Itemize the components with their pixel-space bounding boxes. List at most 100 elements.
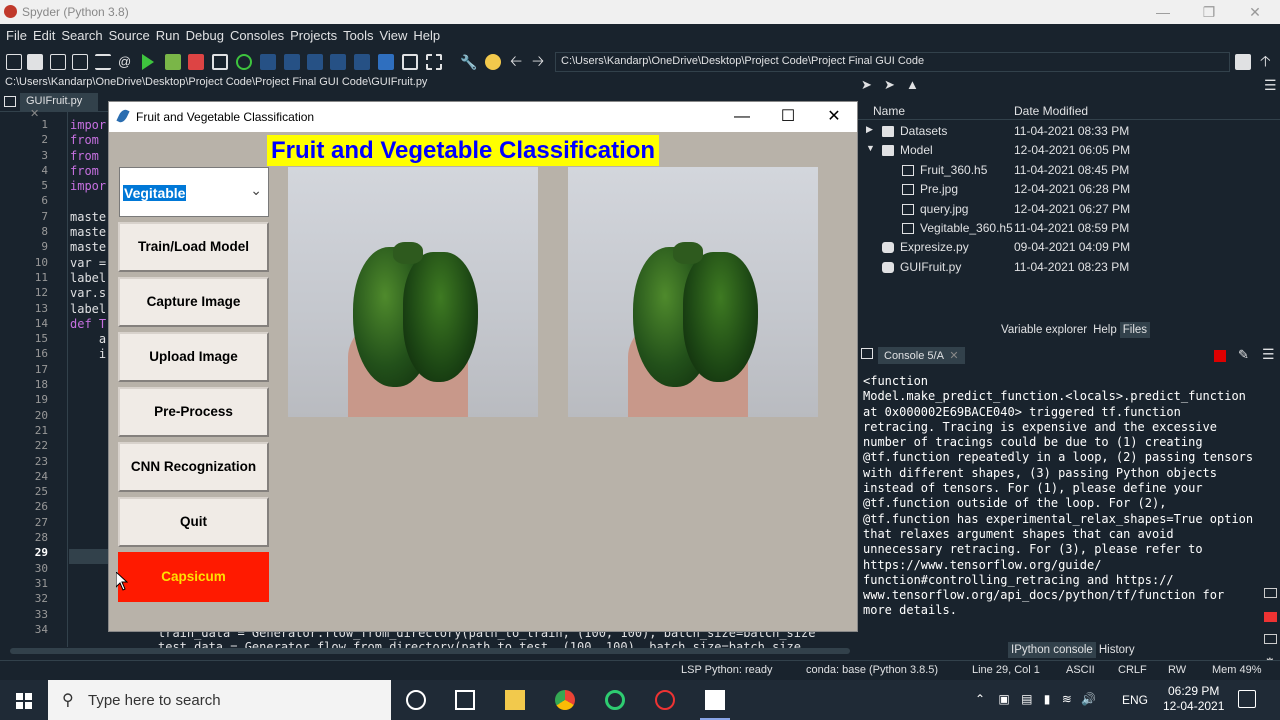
- continue-icon[interactable]: [354, 54, 370, 70]
- taskbar-search-box[interactable]: ⚲ Type here to search: [48, 680, 391, 720]
- save-icon[interactable]: [50, 54, 66, 70]
- menu-edit[interactable]: Edit: [30, 24, 58, 48]
- language-indicator[interactable]: ENG: [1122, 693, 1148, 707]
- step-into-icon[interactable]: [307, 54, 323, 70]
- cnn-recognization-button[interactable]: CNN Recognization: [118, 442, 269, 492]
- file-row[interactable]: Vegitable_360.h5 11-04-2021 08:59 PM: [858, 219, 1280, 238]
- tab-files[interactable]: Files: [1119, 322, 1151, 338]
- train-load-model-button[interactable]: Train/Load Model: [118, 222, 269, 272]
- windows-start-icon[interactable]: [0, 680, 48, 720]
- rerun-icon[interactable]: [236, 54, 252, 70]
- app-minimize-icon[interactable]: —: [719, 102, 765, 132]
- menu-help[interactable]: Help: [410, 24, 443, 48]
- list-icon[interactable]: [95, 54, 111, 70]
- category-dropdown[interactable]: Vegitable ⌄: [119, 167, 269, 217]
- run-cell-advance-icon[interactable]: [188, 54, 204, 70]
- working-directory-field[interactable]: C:\Users\Kandarp\OneDrive\Desktop\Projec…: [555, 52, 1230, 72]
- step-icon[interactable]: [284, 54, 300, 70]
- fullscreen-icon[interactable]: [426, 54, 442, 70]
- maximize-pane-icon[interactable]: [402, 54, 418, 70]
- files-header-date[interactable]: Date Modified: [1014, 104, 1088, 118]
- file-row[interactable]: query.jpg 12-04-2021 06:27 PM: [858, 200, 1280, 219]
- console-eraser-icon[interactable]: ✎: [1238, 347, 1249, 363]
- files-header-name[interactable]: Name: [873, 104, 905, 118]
- chrome-icon[interactable]: [555, 690, 575, 710]
- app-maximize-icon[interactable]: ☐: [765, 102, 811, 132]
- file-row[interactable]: GUIFruit.py 11-04-2021 08:23 PM: [858, 258, 1280, 277]
- close-icon[interactable]: ✕: [1232, 0, 1278, 24]
- console-browse-icon[interactable]: [861, 348, 873, 359]
- browse-folder-icon[interactable]: [1235, 54, 1251, 70]
- tab-variable-explorer[interactable]: Variable explorer: [998, 322, 1091, 338]
- taskbar-clock[interactable]: 06:29 PM 12-04-2021: [1163, 684, 1224, 714]
- capture-image-button[interactable]: Capture Image: [118, 277, 269, 327]
- debug-icon[interactable]: [260, 54, 276, 70]
- tk-app-taskbar-icon[interactable]: [705, 690, 725, 710]
- file-explorer-icon[interactable]: [505, 690, 525, 710]
- run-icon[interactable]: [142, 54, 154, 70]
- quit-button[interactable]: Quit: [118, 497, 269, 547]
- menu-search[interactable]: Search: [58, 24, 105, 48]
- anaconda-icon[interactable]: [605, 690, 625, 710]
- camera-icon[interactable]: [1264, 588, 1277, 598]
- minimize-icon[interactable]: —: [1140, 0, 1186, 24]
- console-stop-icon[interactable]: [1214, 350, 1226, 362]
- image-viewer-icon[interactable]: [1264, 634, 1277, 644]
- console-close-icon[interactable]: ✕: [949, 350, 958, 362]
- file-row[interactable]: Fruit_360.h5 11-04-2021 08:45 PM: [858, 161, 1280, 180]
- menu-tools[interactable]: Tools: [340, 24, 376, 48]
- tray-app-icon[interactable]: ▣: [998, 692, 1009, 706]
- cortana-icon[interactable]: [406, 690, 426, 710]
- menu-debug[interactable]: Debug: [183, 24, 227, 48]
- run-cell-icon[interactable]: [165, 54, 181, 70]
- menu-file[interactable]: File: [3, 24, 30, 48]
- battery-icon[interactable]: ▮: [1044, 692, 1051, 706]
- wrench-icon[interactable]: 🔧: [460, 54, 477, 70]
- browse-tabs-icon[interactable]: [4, 96, 16, 107]
- tab-help[interactable]: Help: [1090, 322, 1120, 338]
- open-file-icon[interactable]: [27, 54, 43, 70]
- menu-run[interactable]: Run: [153, 24, 183, 48]
- tray-network-icon[interactable]: ▤: [1021, 692, 1032, 706]
- upload-image-button[interactable]: Upload Image: [118, 332, 269, 382]
- expand-down-icon[interactable]: ▼: [866, 143, 875, 153]
- app-close-icon[interactable]: ✕: [811, 102, 857, 132]
- files-back-icon[interactable]: ➤: [861, 77, 872, 93]
- menu-view[interactable]: View: [376, 24, 410, 48]
- notifications-icon[interactable]: [1238, 690, 1256, 708]
- run-selection-icon[interactable]: [212, 54, 228, 70]
- menu-projects[interactable]: Projects: [287, 24, 340, 48]
- task-view-icon[interactable]: [455, 690, 475, 710]
- file-row[interactable]: Expresize.py 09-04-2021 04:09 PM: [858, 238, 1280, 257]
- expand-right-icon[interactable]: ▶: [866, 124, 873, 135]
- file-row[interactable]: Pre.jpg 12-04-2021 06:28 PM: [858, 180, 1280, 199]
- tab-ipython-console[interactable]: IPython console: [1008, 642, 1096, 658]
- wifi-icon[interactable]: ≋: [1062, 692, 1072, 706]
- menu-source[interactable]: Source: [106, 24, 153, 48]
- arrow-right-icon[interactable]: 🡢: [532, 54, 548, 70]
- editor-horizontal-scrollbar[interactable]: [10, 648, 850, 654]
- tab-history[interactable]: History: [1095, 642, 1138, 658]
- video-icon[interactable]: [1264, 612, 1277, 622]
- step-return-icon[interactable]: [330, 54, 346, 70]
- console-tab[interactable]: Console 5/A ✕: [878, 347, 965, 364]
- console-options-icon[interactable]: ☰: [1262, 346, 1275, 363]
- save-all-icon[interactable]: [72, 54, 88, 70]
- files-up-icon[interactable]: ▲: [906, 77, 919, 92]
- file-row[interactable]: ▶ Datasets 11-04-2021 08:33 PM: [858, 122, 1280, 141]
- new-file-icon[interactable]: [6, 54, 22, 70]
- at-icon[interactable]: @: [118, 54, 134, 70]
- arrow-up-icon[interactable]: 🡡: [1260, 54, 1276, 70]
- editor-tab-guifruit[interactable]: GUIFruit.py ✕: [20, 93, 98, 120]
- files-options-icon[interactable]: ☰: [1264, 77, 1277, 94]
- tray-chevron-icon[interactable]: ⌃: [975, 692, 985, 706]
- python-path-icon[interactable]: [485, 54, 501, 70]
- menu-consoles[interactable]: Consoles: [227, 24, 287, 48]
- stop-icon[interactable]: [378, 54, 394, 70]
- file-row[interactable]: ▼ Model 12-04-2021 06:05 PM: [858, 141, 1280, 160]
- restore-icon[interactable]: ❐: [1186, 0, 1232, 24]
- files-forward-icon[interactable]: ➤: [884, 77, 895, 93]
- console-output[interactable]: <function Model.make_predict_function.<l…: [863, 374, 1263, 619]
- arrow-left-icon[interactable]: 🡠: [510, 54, 526, 70]
- spyder-taskbar-icon[interactable]: [655, 690, 675, 710]
